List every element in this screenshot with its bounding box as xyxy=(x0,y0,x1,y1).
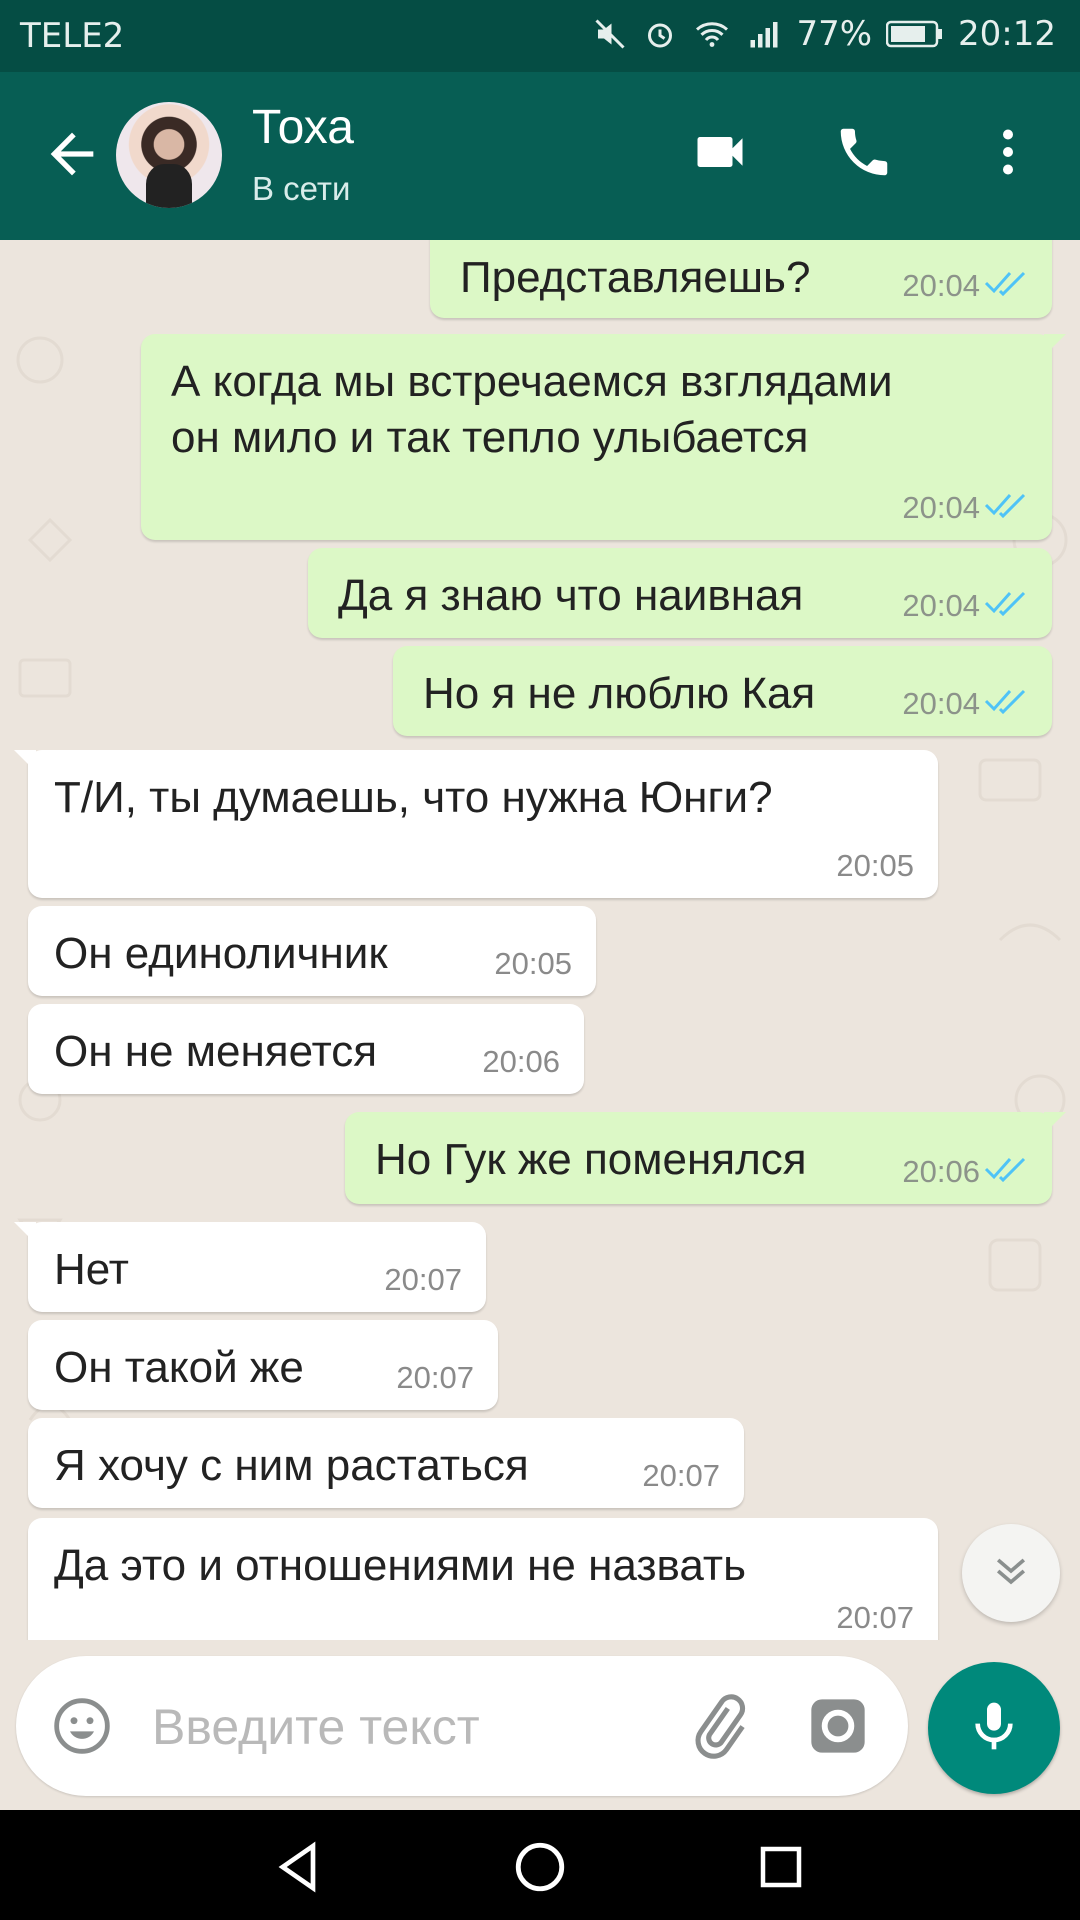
contact-status: В сети xyxy=(252,170,351,207)
voice-record-button[interactable] xyxy=(928,1662,1060,1794)
message-list[interactable]: Представляешь? 20:04 А когда мы встречае… xyxy=(0,240,1080,1640)
message-text: Но я не люблю Кая xyxy=(423,669,816,718)
read-ticks-icon xyxy=(984,588,1028,624)
message-text: Да я знаю что наивная xyxy=(338,571,804,620)
bubble-tail xyxy=(1044,334,1066,356)
message-meta: 20:07 xyxy=(384,1262,462,1298)
message-text: Но Гук же поменялся xyxy=(375,1135,807,1184)
message-time: 20:05 xyxy=(836,848,914,883)
message-incoming[interactable]: Я хочу с ним растаться 20:07 xyxy=(28,1418,744,1508)
read-ticks-icon xyxy=(984,268,1028,304)
message-incoming[interactable]: Нет 20:07 xyxy=(14,1222,486,1312)
battery-percent: 77% xyxy=(796,14,873,54)
message-text: Он не меняется xyxy=(54,1027,378,1076)
message-meta: 20:04 xyxy=(902,686,1028,722)
message-incoming[interactable]: Он единоличник 20:05 xyxy=(28,906,596,996)
voice-call-icon[interactable] xyxy=(824,112,904,192)
bubble-tail xyxy=(14,1222,36,1244)
battery-icon xyxy=(886,19,944,49)
status-icons: 77% 20:12 xyxy=(592,14,1056,54)
message-time: 20:04 xyxy=(902,588,980,623)
message-time: 20:06 xyxy=(482,1044,560,1079)
carrier-label: TELE2 xyxy=(20,16,125,56)
read-ticks-icon xyxy=(984,686,1028,722)
bubble-tail xyxy=(14,750,36,772)
message-incoming[interactable]: Т/И, ты думаешь, что нужна Юнги? 20:05 xyxy=(14,750,938,898)
message-meta: 20:04 xyxy=(902,268,1028,304)
nav-back-icon[interactable] xyxy=(264,1832,334,1902)
double-chevron-down-icon xyxy=(989,1549,1033,1598)
signal-icon xyxy=(746,16,782,52)
wifi-icon xyxy=(692,16,732,52)
message-outgoing[interactable]: Но Гук же поменялся 20:06 xyxy=(345,1112,1066,1204)
message-time: 20:07 xyxy=(836,1600,914,1635)
message-time: 20:05 xyxy=(494,946,572,981)
clock-time: 20:12 xyxy=(958,14,1056,54)
alarm-icon xyxy=(642,16,678,52)
message-outgoing[interactable]: А когда мы встречаемся взглядами он мило… xyxy=(141,334,1066,540)
nav-home-icon[interactable] xyxy=(505,1832,575,1902)
microphone-icon xyxy=(966,1698,1022,1759)
message-time: 20:07 xyxy=(642,1458,720,1493)
message-meta: 20:04 xyxy=(902,490,1028,526)
video-call-icon[interactable] xyxy=(680,112,760,192)
message-time: 20:07 xyxy=(396,1360,474,1395)
message-input[interactable] xyxy=(150,1686,654,1768)
message-time: 20:04 xyxy=(902,268,980,303)
message-composer xyxy=(16,1656,908,1796)
emoji-icon[interactable] xyxy=(50,1694,114,1763)
message-text: Нет xyxy=(54,1245,129,1294)
message-text: Он такой же xyxy=(54,1343,304,1392)
chat-header: Тоха В сети xyxy=(0,72,1080,240)
more-options-icon[interactable] xyxy=(968,112,1048,192)
message-time: 20:06 xyxy=(902,1154,980,1189)
message-text: Да это и отношениями не назвать xyxy=(54,1541,746,1590)
message-time: 20:04 xyxy=(902,490,980,525)
message-text: А когда мы встречаемся взглядами он мило… xyxy=(171,357,893,462)
read-ticks-icon xyxy=(984,490,1028,526)
avatar[interactable] xyxy=(116,102,222,208)
message-meta: 20:06 xyxy=(902,1154,1028,1190)
message-meta: 20:05 xyxy=(836,848,914,884)
camera-icon[interactable] xyxy=(806,1694,870,1763)
message-text: Т/И, ты думаешь, что нужна Юнги? xyxy=(54,773,773,822)
message-incoming[interactable]: Он не меняется 20:06 xyxy=(28,1004,584,1094)
read-ticks-icon xyxy=(984,1154,1028,1190)
message-text: Он единоличник xyxy=(54,929,388,978)
back-arrow-icon[interactable] xyxy=(40,122,104,186)
message-incoming[interactable]: Да это и отношениями не назвать 20:07 xyxy=(28,1518,938,1640)
message-text: Я хочу с ним растаться xyxy=(54,1441,529,1490)
message-outgoing[interactable]: Да я знаю что наивная 20:04 xyxy=(308,548,1052,638)
message-incoming[interactable]: Он такой же 20:07 xyxy=(28,1320,498,1410)
attachment-icon[interactable] xyxy=(684,1692,752,1765)
message-meta: 20:04 xyxy=(902,588,1028,624)
message-meta: 20:07 xyxy=(396,1360,474,1396)
message-outgoing[interactable]: Но я не люблю Кая 20:04 xyxy=(393,646,1052,736)
message-meta: 20:06 xyxy=(482,1044,560,1080)
message-time: 20:07 xyxy=(384,1262,462,1297)
message-meta: 20:07 xyxy=(836,1600,914,1636)
status-bar: TELE2 77% 20:12 xyxy=(0,0,1080,72)
scroll-to-bottom-button[interactable] xyxy=(962,1524,1060,1622)
message-outgoing[interactable]: Представляешь? 20:04 xyxy=(430,240,1052,318)
bubble-tail xyxy=(1044,1112,1066,1134)
message-time: 20:04 xyxy=(902,686,980,721)
system-nav-bar xyxy=(0,1810,1080,1920)
message-meta: 20:07 xyxy=(642,1458,720,1494)
nav-recents-icon[interactable] xyxy=(746,1832,816,1902)
contact-name[interactable]: Тоха xyxy=(252,100,354,155)
mute-icon xyxy=(592,16,628,52)
message-meta: 20:05 xyxy=(494,946,572,982)
message-text: Представляешь? xyxy=(460,253,811,302)
